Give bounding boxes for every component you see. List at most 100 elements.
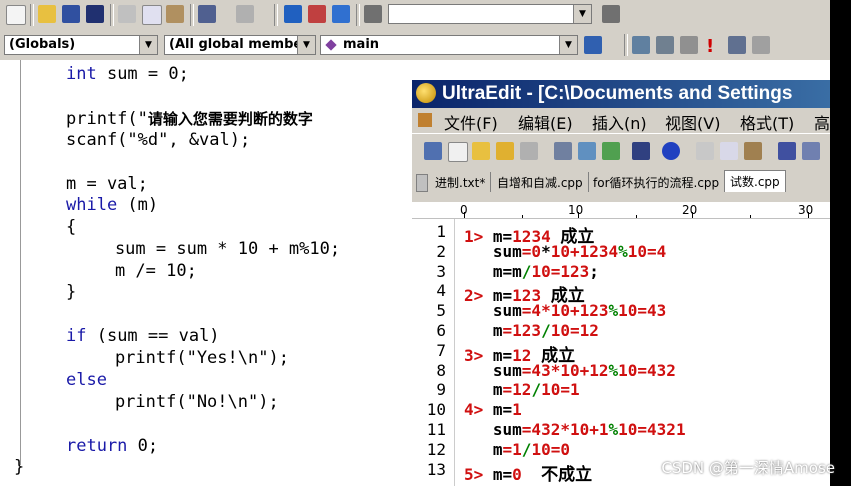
ruler-tick — [522, 215, 523, 218]
text-segment: % — [608, 301, 619, 321]
breakpoint-hand-icon[interactable] — [752, 36, 770, 54]
menu-edit[interactable]: 编辑(E) — [518, 110, 573, 134]
toolbar-separator — [110, 4, 114, 26]
chevron-down-icon[interactable]: ▼ — [297, 36, 315, 54]
ue-find-icon[interactable] — [778, 142, 796, 160]
text-segment: =12 — [502, 380, 532, 400]
save-icon[interactable] — [62, 5, 80, 23]
ultraedit-titlebar[interactable]: UltraEdit - [C:\Documents and Settings — [412, 80, 832, 108]
ue-open-icon[interactable] — [472, 142, 490, 160]
copy-icon[interactable] — [142, 5, 162, 25]
toolbar-separator — [30, 4, 34, 26]
text-segment: 10=432 — [618, 360, 676, 380]
redo-icon[interactable] — [236, 5, 254, 23]
tab-file[interactable]: 进制.txt* — [430, 172, 492, 192]
tab-file[interactable]: for循环执行的流程.cpp — [588, 172, 726, 192]
text-segment: 4> — [464, 400, 493, 420]
main-toolbar: ▼ — [0, 0, 830, 31]
chevron-down-icon[interactable]: ▼ — [139, 36, 157, 54]
cut-icon[interactable] — [118, 5, 136, 23]
ruler-tick — [808, 212, 809, 218]
go-icon[interactable] — [728, 36, 746, 54]
members-combo[interactable]: (All global member ▼ — [164, 35, 316, 55]
ultraedit-text-area[interactable]: 1 2 3 4 5 6 7 8 9 10 11 12 13 1> m=1234 成立 sum=0*10+… — [412, 219, 832, 486]
text-segment: sum — [464, 241, 522, 261]
code-line: } — [14, 457, 25, 477]
tab-scroll-icon[interactable] — [416, 174, 428, 192]
ue-copy-icon[interactable] — [720, 142, 738, 160]
tab-file-active[interactable]: 试数.cpp — [724, 170, 786, 192]
ue-list-icon[interactable] — [632, 142, 650, 160]
execute-icon[interactable]: ! — [706, 36, 714, 57]
open-folder-icon[interactable] — [38, 5, 56, 23]
text-segment: / — [541, 321, 551, 340]
ue-cut-icon[interactable] — [696, 142, 714, 160]
paste-icon[interactable] — [166, 5, 184, 23]
menu-format[interactable]: 格式(T) — [740, 110, 794, 134]
code-line: m = val; — [66, 174, 148, 194]
find-in-files-icon[interactable] — [364, 5, 382, 23]
save-all-icon[interactable] — [86, 5, 104, 23]
ue-open-folder-icon[interactable] — [496, 142, 514, 160]
toolbar-separator — [356, 4, 360, 26]
text-line: m=m/10=123; — [464, 262, 599, 281]
menu-view[interactable]: 视图(V) — [665, 110, 720, 134]
text-segment: m= — [492, 464, 513, 484]
document-icon[interactable] — [418, 113, 432, 127]
text-segment: =0 — [521, 241, 542, 261]
text-segment: =432*10+1 — [521, 420, 609, 439]
undo-icon[interactable] — [198, 5, 216, 23]
line-number: 8 — [436, 360, 446, 380]
text-segment: * — [541, 241, 551, 261]
ruler-label: 20 — [682, 203, 698, 217]
chevron-down-icon[interactable]: ▼ — [559, 36, 577, 54]
text-segment: ; — [589, 261, 599, 281]
text-segment: 1 — [512, 400, 522, 420]
chevron-down-icon[interactable]: ▼ — [573, 5, 591, 23]
wizard-bar: (Globals) ▼ (All global member ▼ main ▼ … — [0, 30, 830, 61]
text-line: m=12/10=1 — [464, 380, 580, 399]
workspace-icon[interactable] — [284, 5, 302, 23]
wizard-actions-icon[interactable] — [584, 36, 602, 54]
ue-paste-icon[interactable] — [744, 142, 762, 160]
ue-page-setup-icon[interactable] — [602, 142, 620, 160]
tab-file[interactable]: 自增和自减.cpp — [492, 172, 589, 192]
ue-new-icon[interactable] — [424, 142, 442, 160]
find-icon[interactable] — [602, 5, 620, 23]
search-combo[interactable]: ▼ — [388, 4, 592, 24]
globals-combo[interactable]: (Globals) ▼ — [4, 35, 158, 55]
ruler-tick — [692, 212, 693, 218]
ue-save-icon[interactable] — [520, 142, 538, 160]
code-line: else — [66, 370, 107, 390]
text-segment: % — [608, 420, 619, 439]
build-icon[interactable] — [656, 36, 674, 54]
code-line: printf("No!\n"); — [74, 392, 279, 412]
ruler: 0 10 20 30 — [412, 202, 832, 219]
text-segment: 10=12 — [550, 321, 599, 340]
ruler-label: 30 — [798, 203, 814, 217]
stop-build-icon[interactable] — [680, 36, 698, 54]
ruler-tick — [750, 215, 751, 218]
ue-blank-icon[interactable] — [448, 142, 468, 162]
ue-replace-icon[interactable] — [802, 142, 820, 160]
menu-file[interactable]: 文件(F) — [444, 110, 498, 134]
window-list-icon[interactable] — [332, 5, 350, 23]
line-number-gutter: 1 2 3 4 5 6 7 8 9 10 11 12 13 — [412, 219, 455, 486]
output-icon[interactable] — [308, 5, 326, 23]
compile-icon[interactable] — [632, 36, 650, 54]
ue-print-preview-icon[interactable] — [578, 142, 596, 160]
line-number: 6 — [436, 321, 446, 340]
ue-globe-icon[interactable] — [662, 142, 680, 160]
margin-line — [20, 60, 21, 465]
toolbar-separator — [274, 4, 278, 26]
line-number: 13 — [426, 459, 446, 479]
ruler-tick — [578, 212, 579, 218]
function-combo[interactable]: main ▼ — [320, 35, 578, 55]
new-file-icon[interactable] — [6, 5, 26, 25]
ultraedit-window[interactable]: UltraEdit - [C:\Documents and Settings 文… — [410, 80, 832, 486]
ruler-tick — [464, 212, 465, 218]
ue-print-icon[interactable] — [554, 142, 572, 160]
menu-more[interactable]: 高 — [814, 110, 830, 134]
ultraedit-toolbar — [412, 133, 832, 169]
menu-insert[interactable]: 插入(n) — [592, 110, 647, 134]
